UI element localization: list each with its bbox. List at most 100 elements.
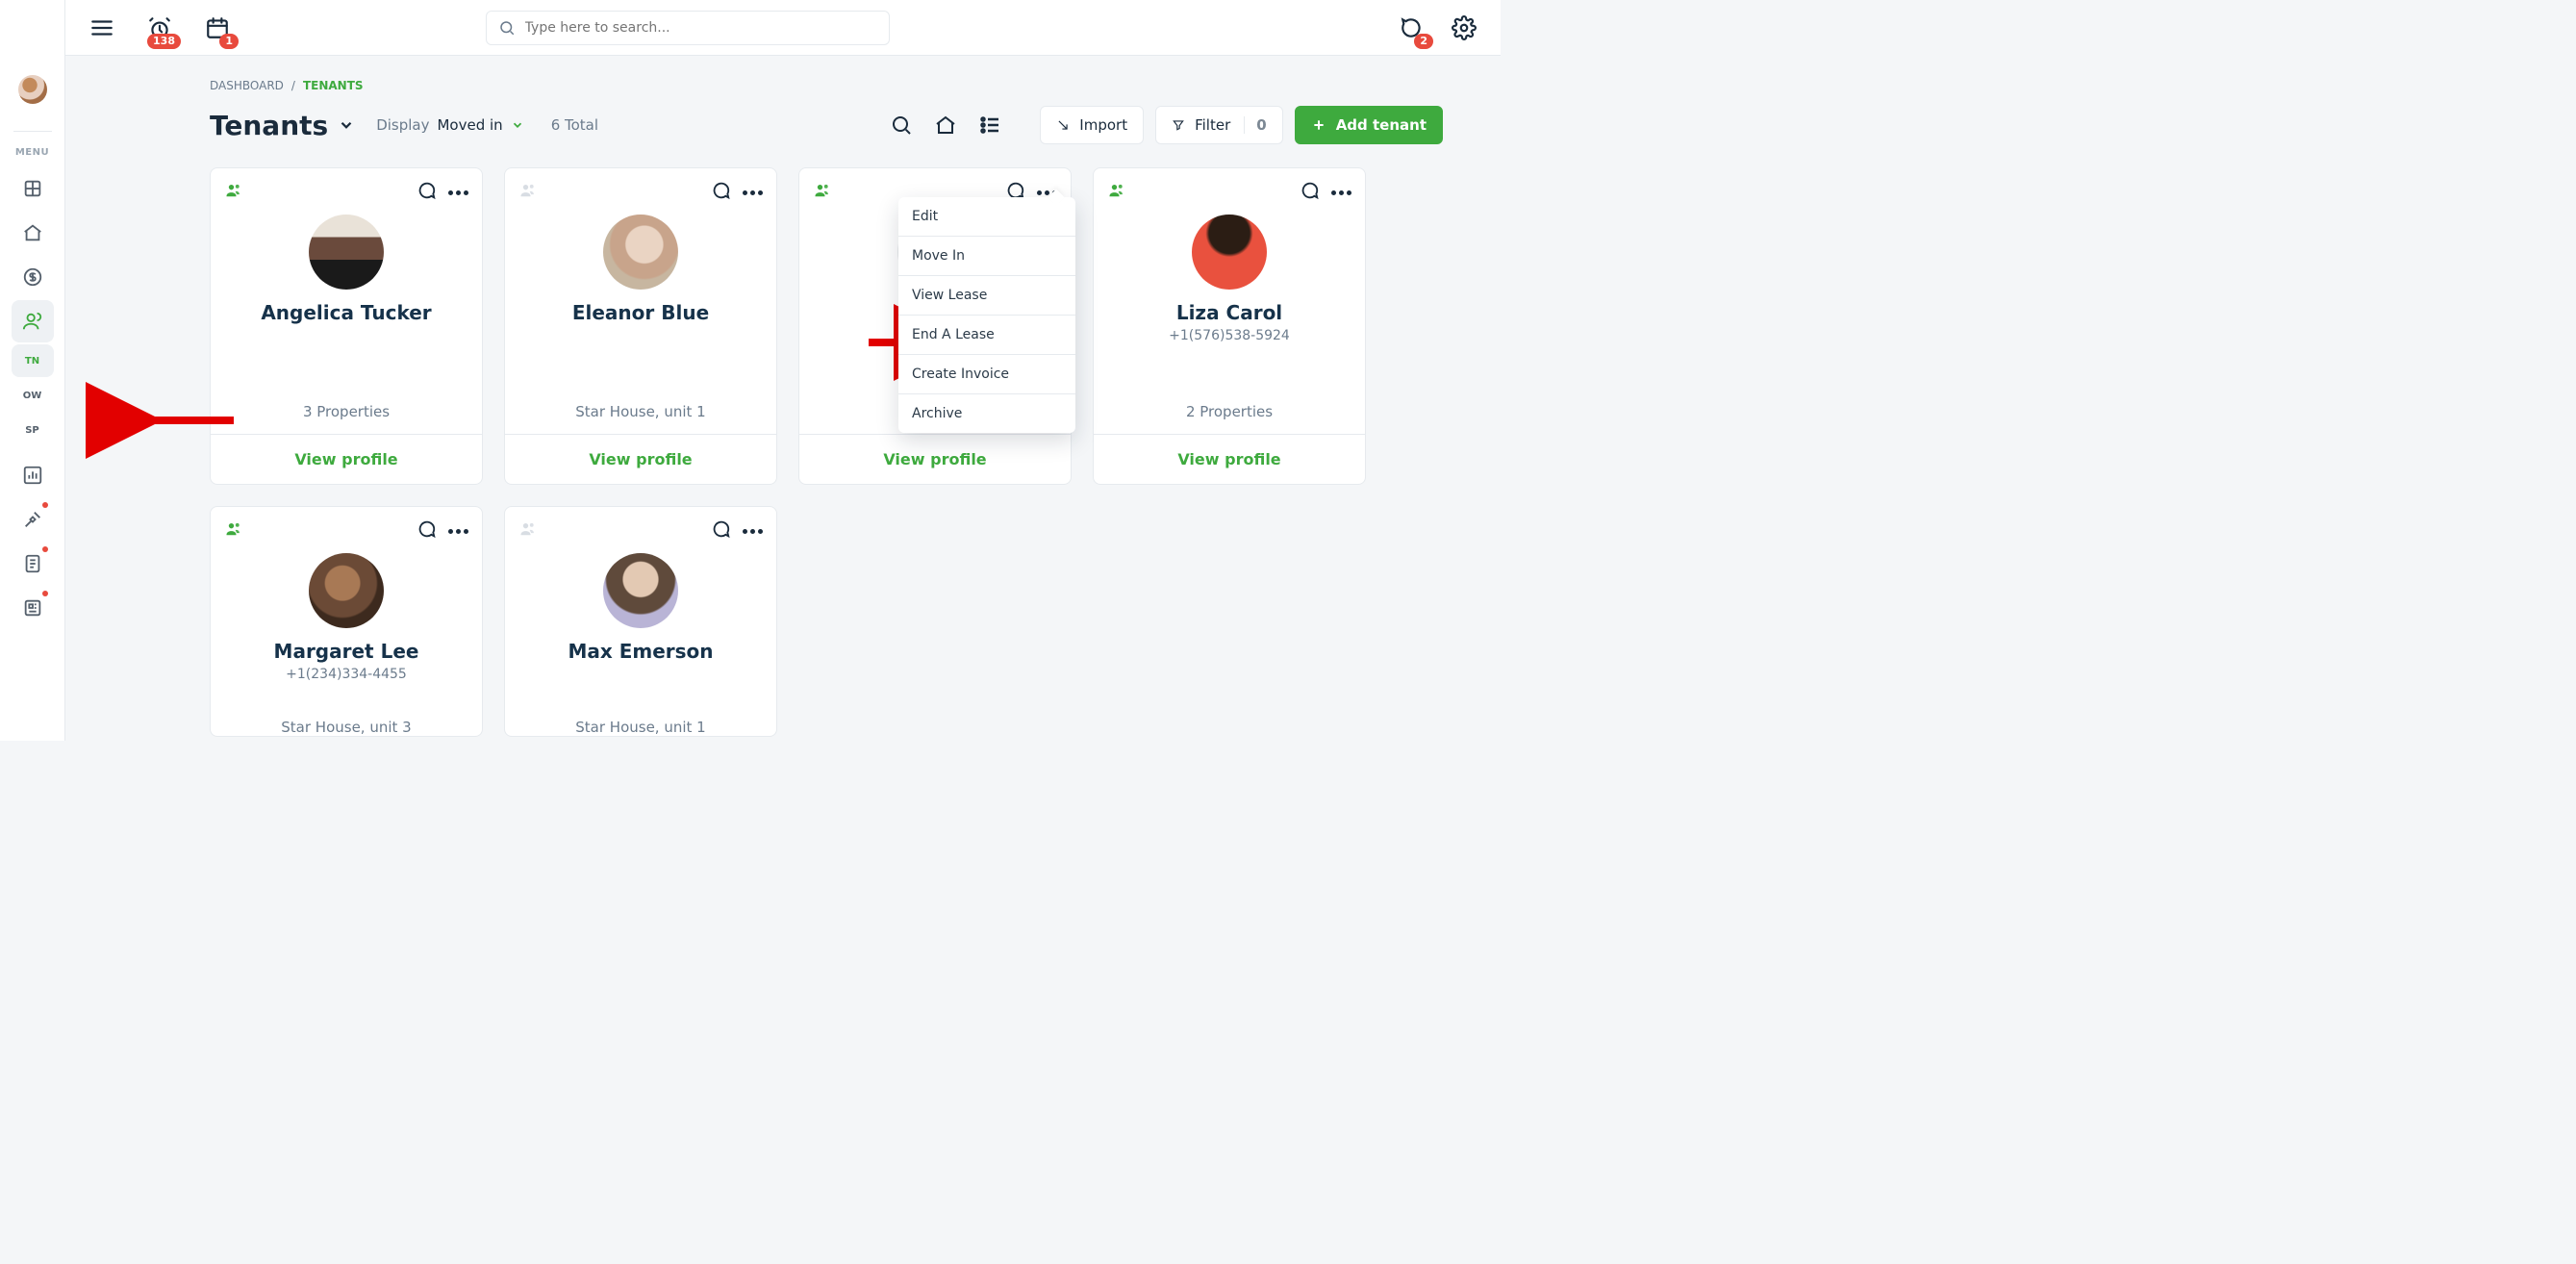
tenant-phone: +1(576)538-5924 xyxy=(1094,328,1365,343)
list-view-icon[interactable] xyxy=(978,114,1001,137)
rail-reports[interactable] xyxy=(12,454,54,496)
rail-documents[interactable] xyxy=(12,543,54,585)
filter-button[interactable]: Filter 0 xyxy=(1155,106,1283,144)
dollar-icon xyxy=(22,266,43,288)
rail-maintenance[interactable] xyxy=(12,498,54,541)
rail-properties[interactable] xyxy=(12,212,54,254)
global-search[interactable] xyxy=(486,11,890,45)
import-button[interactable]: Import xyxy=(1040,106,1144,144)
tenant-avatar[interactable] xyxy=(309,553,384,628)
settings-button[interactable] xyxy=(1451,14,1477,41)
card-actions xyxy=(416,180,468,205)
menu-item[interactable]: Create Invoice xyxy=(898,355,1075,394)
notification-dot-icon xyxy=(42,591,48,596)
topbar-right-cluster: 2 xyxy=(1399,14,1477,41)
tenant-meta: Star House, unit 1 xyxy=(505,705,776,736)
rail-people[interactable] xyxy=(12,300,54,342)
card-context-menu: EditMove InView LeaseEnd A LeaseCreate I… xyxy=(898,197,1075,433)
tenant-meta: Star House, unit 3 xyxy=(211,705,482,736)
tenant-status-icon xyxy=(813,181,832,204)
rail-sub-tenants[interactable]: TN xyxy=(12,344,54,377)
chat-button[interactable] xyxy=(416,518,437,544)
more-menu-button[interactable] xyxy=(448,190,468,195)
hamburger-menu-button[interactable] xyxy=(88,14,115,41)
rail-sub-owners[interactable]: OW xyxy=(12,379,54,412)
more-menu-button[interactable] xyxy=(743,529,763,534)
page-title-text: Tenants xyxy=(210,110,328,141)
breadcrumb-current: TENANTS xyxy=(303,79,364,92)
tenant-status-icon xyxy=(224,519,243,543)
view-profile-link[interactable]: View profile xyxy=(211,435,482,484)
filter-icon xyxy=(1172,118,1185,132)
chat-button[interactable] xyxy=(710,518,731,544)
card-actions xyxy=(710,518,763,544)
plus-icon xyxy=(1311,117,1326,133)
topbar-left-cluster: 138 1 xyxy=(88,14,231,41)
more-menu-button[interactable] xyxy=(1331,190,1351,195)
notification-dot-icon xyxy=(42,546,48,552)
tenant-avatar[interactable] xyxy=(603,553,678,628)
chat-button[interactable] xyxy=(1299,180,1320,205)
breadcrumb-separator: / xyxy=(291,79,295,92)
rail-files[interactable] xyxy=(12,587,54,629)
search-input[interactable] xyxy=(525,20,877,36)
view-profile-link[interactable]: View profile xyxy=(799,435,1071,484)
calendar-badge: 1 xyxy=(219,34,239,49)
document-icon xyxy=(22,553,43,574)
search-icon xyxy=(498,19,516,37)
display-filter[interactable]: Display Moved in xyxy=(376,116,524,134)
more-menu-button[interactable] xyxy=(448,529,468,534)
menu-item[interactable]: Edit xyxy=(898,197,1075,237)
tenant-avatar[interactable] xyxy=(603,215,678,290)
main-content: DASHBOARD / TENANTS Tenants Display Move… xyxy=(65,56,1501,741)
messages-button[interactable]: 2 xyxy=(1399,14,1426,41)
news-icon xyxy=(22,597,43,619)
card-actions xyxy=(1299,180,1351,205)
menu-item[interactable]: Move In xyxy=(898,237,1075,276)
alerts-button[interactable]: 138 xyxy=(146,14,173,41)
menu-item[interactable]: End A Lease xyxy=(898,316,1075,355)
filter-count: 0 xyxy=(1244,116,1266,134)
tenant-card: Margaret Lee +1(234)334-4455 Star House, u… xyxy=(210,506,483,737)
filter-label: Filter xyxy=(1195,116,1230,134)
search-icon[interactable] xyxy=(890,114,913,137)
tenant-phone: +1(234)334-4455 xyxy=(211,667,482,682)
tenant-avatar[interactable] xyxy=(1192,215,1267,290)
left-rail: MENU TN OW SP xyxy=(0,0,65,741)
view-profile-link[interactable]: View profile xyxy=(1094,435,1365,484)
current-user-avatar[interactable] xyxy=(18,75,47,104)
page-header: Tenants Display Moved in 6 Total Import … xyxy=(210,106,1443,144)
grid-icon xyxy=(22,178,43,199)
tenant-meta: 3 Properties xyxy=(211,390,482,420)
header-buttons: Import Filter 0 Add tenant xyxy=(1040,106,1443,144)
tenant-name: Margaret Lee xyxy=(211,640,482,663)
chat-button[interactable] xyxy=(710,180,731,205)
more-menu-button[interactable] xyxy=(743,190,763,195)
breadcrumb-dashboard[interactable]: DASHBOARD xyxy=(210,79,284,92)
add-tenant-button[interactable]: Add tenant xyxy=(1295,106,1443,144)
calendar-button[interactable]: 1 xyxy=(204,14,231,41)
menu-item[interactable]: Archive xyxy=(898,394,1075,433)
import-label: Import xyxy=(1079,116,1127,134)
rail-sub-service-pros[interactable]: SP xyxy=(12,414,54,446)
import-icon xyxy=(1056,118,1070,132)
chat-button[interactable] xyxy=(416,180,437,205)
tools-icon xyxy=(22,509,43,530)
tenant-name: Angelica Tucker xyxy=(211,301,482,324)
view-controls xyxy=(890,114,1001,137)
tenant-status-icon xyxy=(518,519,538,543)
view-profile-link[interactable]: View profile xyxy=(505,435,776,484)
page-title[interactable]: Tenants xyxy=(210,110,355,141)
home-icon[interactable] xyxy=(934,114,957,137)
rail-dashboard[interactable] xyxy=(12,167,54,210)
tenant-status-icon xyxy=(518,181,538,204)
chevron-down-icon xyxy=(511,118,524,132)
menu-item[interactable]: View Lease xyxy=(898,276,1075,316)
total-count: 6 Total xyxy=(551,116,598,134)
card-actions xyxy=(416,518,468,544)
alerts-badge: 138 xyxy=(147,34,181,49)
chevron-down-icon xyxy=(338,116,355,134)
rail-accounting[interactable] xyxy=(12,256,54,298)
tenant-avatar[interactable] xyxy=(309,215,384,290)
home-icon xyxy=(22,222,43,243)
